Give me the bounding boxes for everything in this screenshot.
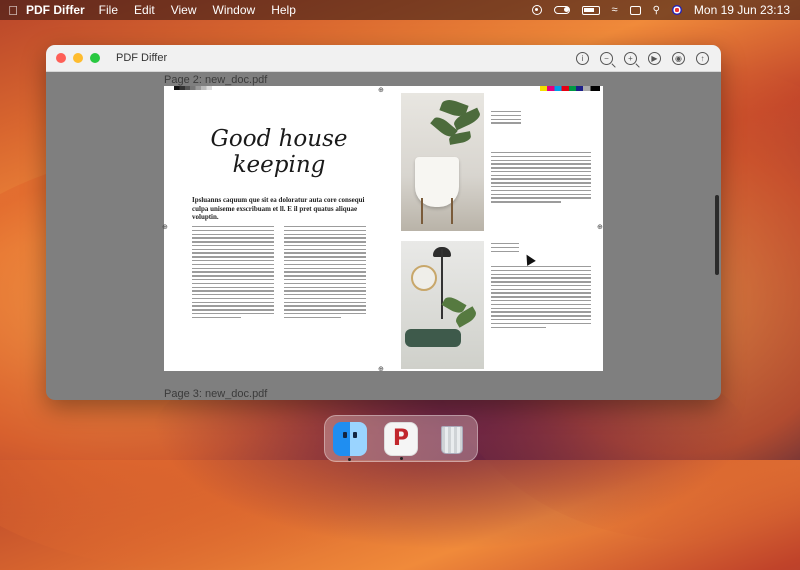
right-spread-page <box>383 86 603 371</box>
display-icon[interactable] <box>629 5 641 15</box>
caption-text <box>491 243 519 254</box>
finder-dock-icon[interactable] <box>333 421 368 461</box>
toolbar: i − + ▶ ◉ ↑ <box>576 51 721 65</box>
play-icon[interactable]: ▶ <box>648 51 661 65</box>
search-icon[interactable]: ⚲ <box>653 5 660 16</box>
subheading: Ipsluanns caquum que sit ea doloratur au… <box>192 196 365 221</box>
control-toggle-icon[interactable] <box>553 6 570 14</box>
menu-edit[interactable]: Edit <box>134 3 155 17</box>
body-text-column <box>284 226 366 321</box>
menubar-clock[interactable]: Mon 19 Jun 23:13 <box>694 3 790 17</box>
left-spread-page: Good house keeping Ipsluanns caquum que … <box>164 86 383 371</box>
battery-icon[interactable] <box>581 5 600 15</box>
menu-window[interactable]: Window <box>213 3 256 17</box>
close-button[interactable] <box>56 53 66 63</box>
scrollbar[interactable] <box>715 195 719 275</box>
screen-record-icon[interactable] <box>531 5 542 15</box>
menu-bar:  PDF Differ File Edit View Window Help … <box>0 0 800 20</box>
export-icon[interactable]: ↑ <box>696 51 709 65</box>
body-text-column <box>491 266 591 330</box>
headline: Good house keeping <box>210 126 348 178</box>
pdf-differ-dock-icon[interactable]: P <box>383 421 418 460</box>
pdf-page: ⊕ ⊕ ⊕ ⊕ Good house keeping Ipsluanns caq… <box>162 86 603 373</box>
zoom-out-icon[interactable]: − <box>600 51 613 65</box>
menu-file[interactable]: File <box>99 3 118 17</box>
fullscreen-button[interactable] <box>90 53 100 63</box>
living-room-photo <box>401 241 484 369</box>
title-bar: PDF Differ i − + ▶ ◉ ↑ <box>46 45 721 72</box>
menu-view[interactable]: View <box>171 3 197 17</box>
menu-help[interactable]: Help <box>271 3 296 17</box>
body-text-column <box>192 226 274 321</box>
language-flag-icon[interactable] <box>671 5 682 15</box>
apple-menu-icon[interactable]:  <box>0 3 26 18</box>
trash-dock-icon[interactable] <box>435 422 469 456</box>
eye-icon[interactable]: ◉ <box>672 51 685 65</box>
app-menu[interactable]: PDF Differ <box>26 3 85 17</box>
chair-photo <box>401 93 484 231</box>
caption-text <box>491 111 521 126</box>
wifi-icon[interactable]: ≈ <box>612 4 618 16</box>
page-label: Page 3: new_doc.pdf <box>164 388 268 400</box>
minimize-button[interactable] <box>73 53 83 63</box>
info-icon[interactable]: i <box>576 51 589 65</box>
body-text-column <box>491 152 591 205</box>
pdf-differ-window: PDF Differ i − + ▶ ◉ ↑ Page 2: new_doc.p… <box>46 45 721 400</box>
dock: P <box>324 415 478 462</box>
page-label: Page 2: new_doc.pdf <box>164 74 268 86</box>
window-title: PDF Differ <box>116 52 168 64</box>
zoom-in-icon[interactable]: + <box>624 51 637 65</box>
